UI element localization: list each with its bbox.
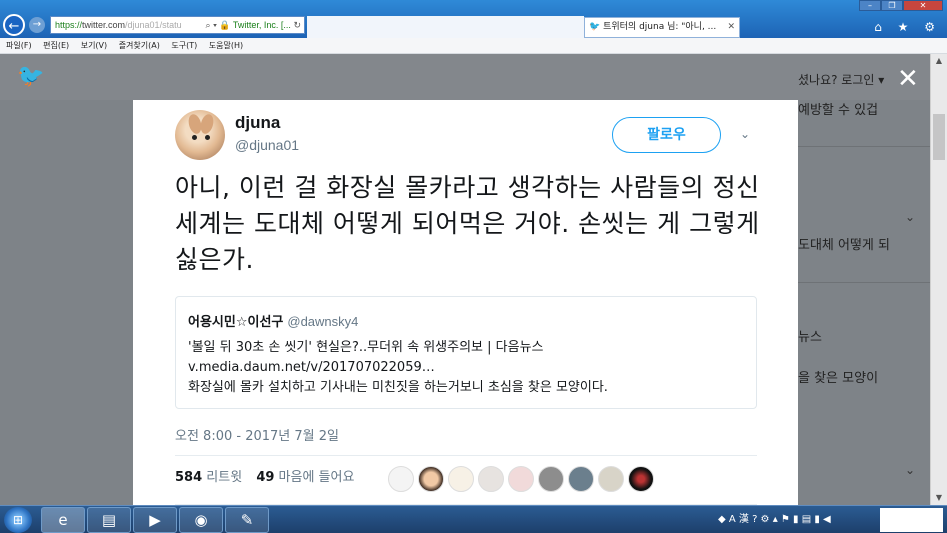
chevron-down-icon[interactable]: ⌄	[740, 127, 750, 141]
avatar[interactable]	[628, 466, 654, 492]
paint-icon[interactable]: ✎	[225, 507, 269, 533]
follow-button[interactable]: 팔로우	[612, 117, 721, 153]
avatar[interactable]	[478, 466, 504, 492]
url-host: twitter.com	[82, 20, 126, 30]
menu-tools[interactable]: 도구(T)	[171, 41, 197, 50]
avatar[interactable]	[568, 466, 594, 492]
twitter-bird-icon[interactable]: 🐦	[17, 66, 44, 88]
folder-icon[interactable]: ▤	[87, 507, 131, 533]
tab-active[interactable]: 🐦 트위터의 djuna 님: "아니, ... ✕	[584, 17, 740, 38]
user-name[interactable]: djuna	[235, 113, 280, 133]
bg-divider	[785, 282, 930, 283]
quote-author: 어용시민☆이선구 @dawnsky4	[188, 311, 744, 330]
retweet-label[interactable]: 리트윗	[206, 470, 242, 485]
avatar[interactable]	[508, 466, 534, 492]
url-path: /djuna01/statu	[125, 20, 182, 30]
login-prompt[interactable]: 셨나요? 로그인 ▾	[798, 71, 884, 88]
chevron-down-icon[interactable]: ⌄	[905, 463, 915, 477]
tab-title: 트위터의 djuna 님: "아니, ...	[603, 22, 717, 32]
start-button[interactable]: ⊞	[4, 507, 32, 533]
menu-bar: 파일(F) 편집(E) 보기(V) 즐겨찾기(A) 도구(T) 도움말(H)	[0, 38, 947, 54]
lock-icon[interactable]: 🔒	[219, 20, 230, 30]
forward-button[interactable]: →	[29, 17, 45, 33]
retweet-count[interactable]: 584	[175, 470, 202, 485]
quote-line: 화장실에 몰카 설치하고 기사내는 미친짓을 하는거보니 초심을 찾은 모양이다…	[188, 380, 608, 395]
like-label[interactable]: 마음에 들어요	[279, 470, 355, 485]
tab-strip	[307, 16, 584, 38]
bg-divider	[785, 146, 930, 147]
system-tray[interactable]: ◆ A 漢 ? ⚙ ▴ ⚑ ▮ ▤ ▮ ◀	[718, 510, 831, 530]
close-window-button[interactable]: ✕	[903, 0, 943, 11]
menu-edit[interactable]: 편집(E)	[43, 41, 69, 50]
avatar[interactable]	[418, 466, 444, 492]
avatar[interactable]	[175, 110, 225, 160]
address-bar[interactable]: https://twitter.com/djuna01/statu ⌕ ▾ 🔒 …	[50, 16, 305, 34]
quote-line: '볼일 뒤 30초 손 씻기' 현실은?..무더위 속 위생주의보 | 다음뉴스	[188, 340, 544, 355]
toolbar-icons[interactable]: ⌂ ★ ⚙	[874, 20, 941, 34]
media-player-icon[interactable]: ▶	[133, 507, 177, 533]
avatar[interactable]	[448, 466, 474, 492]
scroll-down-icon[interactable]: ▼	[931, 491, 947, 505]
tweet-stats: 584 리트윗 49 마음에 들어요	[175, 468, 354, 492]
tab-close-icon[interactable]: ✕	[727, 18, 735, 37]
address-icons: ⌕ ▾ 🔒 Twitter, Inc. [... ↻	[205, 20, 301, 30]
taskbar: ⊞ e ▤ ▶ ◉ ✎ ◆ A 漢 ? ⚙ ▴ ⚑ ▮ ▤ ▮ ◀	[0, 505, 947, 533]
twitter-header: 🐦	[0, 54, 930, 100]
quoted-tweet[interactable]: 어용시민☆이선구 @dawnsky4 '볼일 뒤 30초 손 씻기' 현실은?..…	[175, 296, 757, 409]
menu-help[interactable]: 도움말(H)	[209, 41, 243, 50]
bg-text-2: 도대체 어떻게 되	[798, 238, 890, 253]
quote-handle: @dawnsky4	[287, 314, 359, 329]
scroll-up-icon[interactable]: ▲	[931, 54, 947, 68]
page-overlay[interactable]: 🐦 셨나요? 로그인 ▾ 예방할 수 있겁 ⌄ 도대체 어떻게 되 뉴스 을 찾…	[0, 54, 947, 533]
back-button[interactable]: ←	[3, 14, 25, 36]
cert-label[interactable]: Twitter, Inc. [...	[233, 20, 291, 30]
avatar[interactable]	[538, 466, 564, 492]
close-icon[interactable]: ✕	[897, 66, 919, 92]
bg-text-3: 뉴스	[798, 330, 822, 345]
bg-text-4: 을 찾은 모양이	[798, 371, 879, 386]
menu-file[interactable]: 파일(F)	[6, 41, 32, 50]
ie-icon[interactable]: e	[41, 507, 85, 533]
avatar[interactable]	[598, 466, 624, 492]
scroll-thumb[interactable]	[933, 114, 945, 160]
maximize-button[interactable]: ❐	[881, 0, 903, 11]
scrollbar[interactable]: ▲ ▼	[930, 54, 947, 505]
quote-name: 어용시민☆이선구	[188, 315, 284, 330]
like-count[interactable]: 49	[256, 470, 274, 485]
browser-titlebar: ← → https://twitter.com/djuna01/statu ⌕ …	[0, 0, 947, 38]
menu-favorites[interactable]: 즐겨찾기(A)	[119, 41, 160, 50]
refresh-icon[interactable]: ↻	[293, 20, 301, 30]
search-icon[interactable]: ⌕	[206, 20, 211, 30]
avatar[interactable]	[388, 466, 414, 492]
chrome-icon[interactable]: ◉	[179, 507, 223, 533]
quote-link[interactable]: v.media.daum.net/v/201707022059…	[188, 360, 744, 376]
minimize-button[interactable]: –	[859, 0, 881, 11]
liker-avatars	[388, 466, 658, 494]
url-scheme: https://	[55, 20, 83, 30]
divider	[175, 455, 757, 456]
chevron-down-icon[interactable]: ⌄	[905, 210, 915, 224]
twitter-icon: 🐦	[589, 22, 601, 32]
bg-text-1: 예방할 수 있겁	[798, 103, 879, 118]
window-controls: – ❐ ✕	[859, 0, 943, 11]
clock[interactable]	[880, 508, 943, 532]
tweet-timestamp[interactable]: 오전 8:00 - 2017년 7월 2일	[175, 425, 339, 444]
user-handle[interactable]: @djuna01	[235, 137, 299, 153]
tweet-modal: djuna @djuna01 팔로우 ⌄ 아니, 이런 걸 화장실 몰카라고 생…	[133, 100, 798, 533]
tweet-text: 아니, 이런 걸 화장실 몰카라고 생각하는 사람들의 정신 세계는 도대체 어…	[175, 173, 760, 274]
menu-view[interactable]: 보기(V)	[81, 41, 107, 50]
